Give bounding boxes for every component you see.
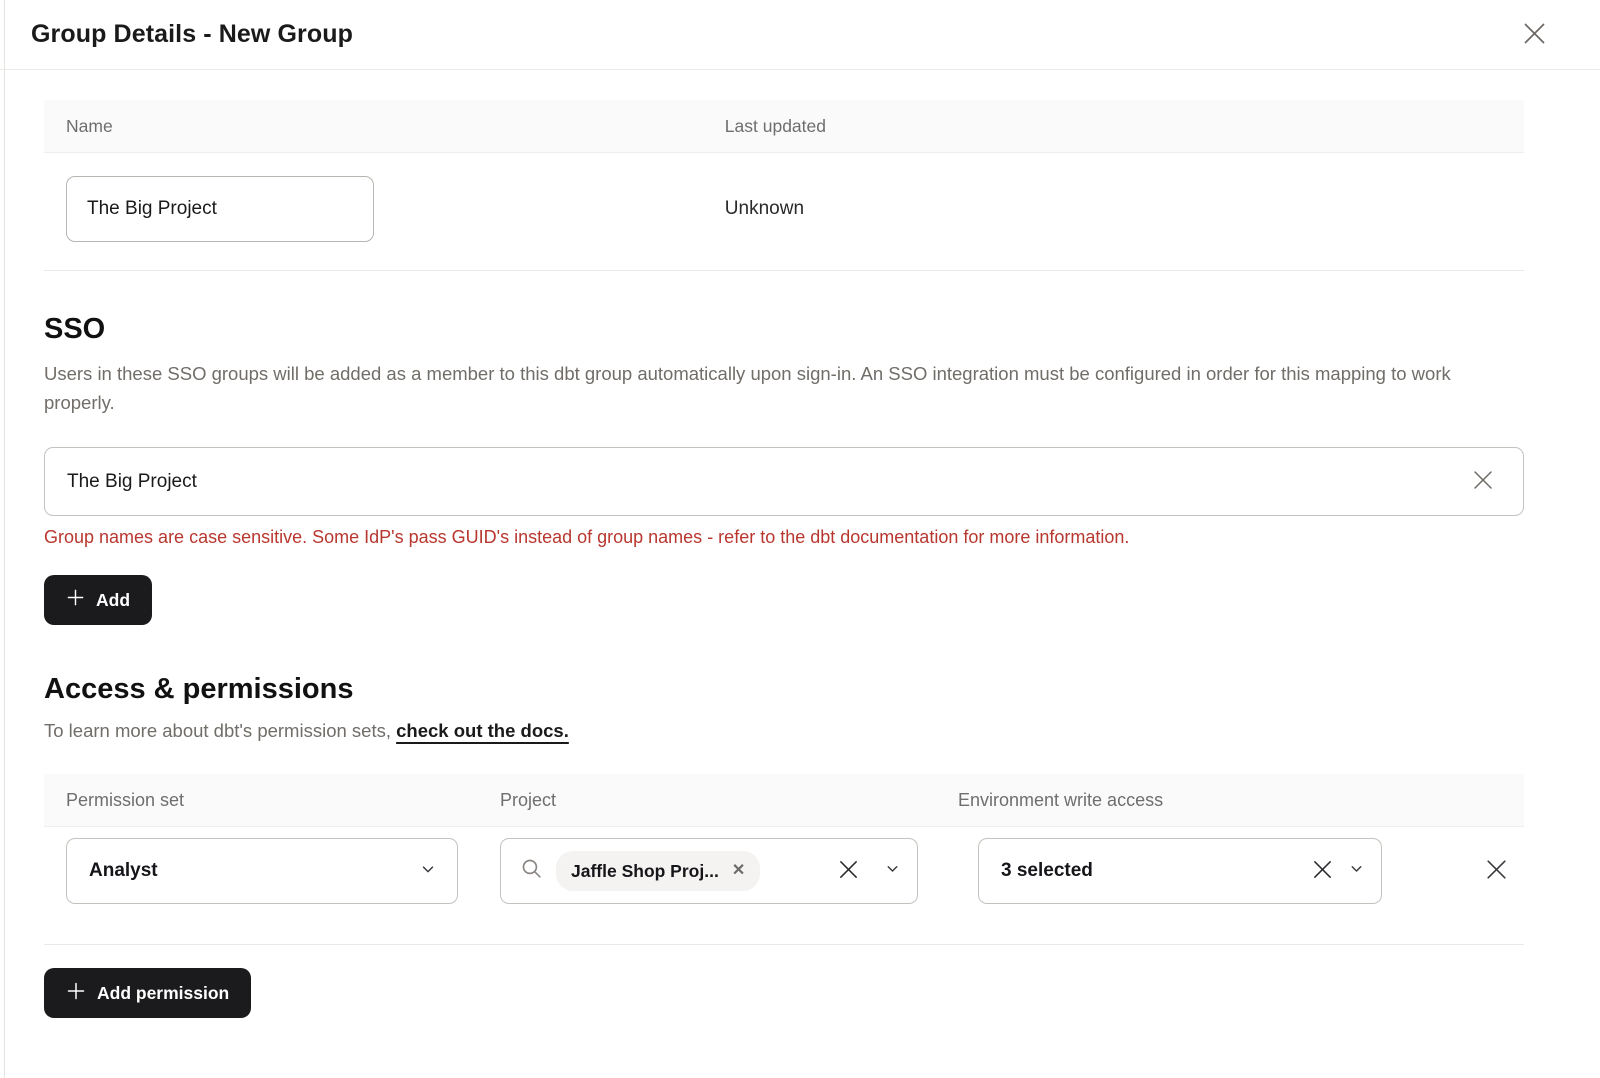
close-button[interactable] (1517, 16, 1552, 54)
column-header-last-updated: Last updated (725, 116, 1524, 137)
plus-icon (66, 588, 85, 612)
clear-x-icon (1311, 858, 1334, 884)
environment-multiselect[interactable]: 3 selected (978, 838, 1382, 904)
permission-set-value: Analyst (89, 860, 158, 882)
last-updated-value: Unknown (725, 198, 1524, 220)
group-summary-table: Name Last updated Unknown (44, 100, 1524, 271)
modal-header: Group Details - New Group (0, 0, 1600, 70)
project-chip: Jaffle Shop Proj... ✕ (556, 851, 760, 891)
add-sso-group-button[interactable]: Add (44, 575, 152, 625)
sso-section: SSO Users in these SSO groups will be ad… (44, 313, 1524, 625)
remove-permission-row-button[interactable] (1480, 853, 1513, 889)
column-header-project: Project (500, 790, 958, 811)
sso-description: Users in these SSO groups will be added … (44, 359, 1524, 417)
column-header-environment: Environment write access (958, 790, 1424, 811)
sso-warning-text: Group names are case sensitive. Some IdP… (44, 527, 1524, 548)
group-summary-table-header: Name Last updated (44, 100, 1524, 152)
delete-x-icon (1484, 857, 1509, 885)
chevron-down-icon (419, 860, 437, 883)
permissions-table-header: Permission set Project Environment write… (44, 774, 1524, 826)
environment-selected-value: 3 selected (1001, 860, 1307, 882)
search-icon (519, 856, 544, 886)
project-multiselect[interactable]: Jaffle Shop Proj... ✕ (500, 838, 918, 904)
permission-row: Analyst Jaffle Shop Proj... (44, 826, 1524, 945)
clear-x-icon (837, 858, 860, 884)
sso-group-input[interactable] (45, 448, 1467, 515)
sso-group-field (44, 447, 1524, 516)
project-chip-label: Jaffle Shop Proj... (571, 861, 719, 882)
column-header-name: Name (44, 116, 725, 137)
chevron-down-icon[interactable] (884, 860, 901, 882)
group-summary-row: Unknown (44, 152, 1524, 271)
access-description-text: To learn more about dbt's permission set… (44, 720, 396, 741)
page-edge-divider (4, 0, 5, 1078)
project-clear-button[interactable] (833, 854, 864, 888)
add-permission-label: Add permission (97, 983, 229, 1004)
permissions-table: Permission set Project Environment write… (44, 774, 1524, 945)
sso-group-clear-button[interactable] (1467, 464, 1499, 499)
column-header-permission-set: Permission set (44, 790, 500, 811)
plus-icon (66, 981, 86, 1006)
clear-x-icon (1471, 468, 1495, 495)
page-title: Group Details - New Group (31, 20, 353, 49)
sso-heading: SSO (44, 313, 1524, 346)
add-permission-button[interactable]: Add permission (44, 968, 251, 1018)
docs-link[interactable]: check out the docs. (396, 720, 569, 741)
add-button-label: Add (96, 590, 130, 611)
access-permissions-section: Access & permissions To learn more about… (44, 673, 1524, 1018)
chevron-down-icon[interactable] (1348, 860, 1365, 882)
permission-set-select[interactable]: Analyst (66, 838, 458, 904)
group-name-input[interactable] (66, 176, 374, 242)
environment-clear-button[interactable] (1307, 854, 1338, 888)
close-icon (1521, 20, 1548, 50)
access-heading: Access & permissions (44, 673, 1524, 706)
chip-remove-icon[interactable]: ✕ (732, 863, 745, 879)
access-description: To learn more about dbt's permission set… (44, 720, 1524, 742)
